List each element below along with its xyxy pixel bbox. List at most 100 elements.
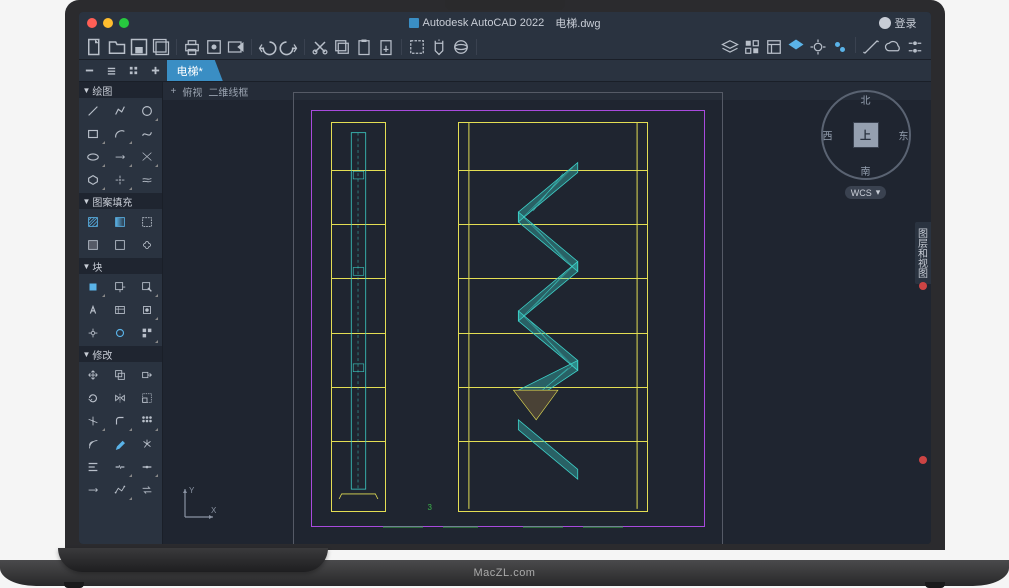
nav-marker-1[interactable]	[919, 282, 927, 290]
hatch-section-header[interactable]: ▼图案填充	[79, 193, 162, 209]
minimize-button[interactable]	[103, 18, 113, 28]
view-perspective[interactable]: 俯视	[182, 84, 202, 99]
pan-button[interactable]	[429, 37, 449, 57]
group-button[interactable]	[830, 37, 850, 57]
modify-section-header[interactable]: ▼修改	[79, 346, 162, 362]
align-tool[interactable]	[81, 456, 107, 478]
create-block-tool[interactable]	[107, 276, 133, 298]
sync-attributes-tool[interactable]	[107, 322, 133, 344]
rotate-tool[interactable]	[81, 387, 107, 409]
tab-list-button[interactable]	[101, 60, 123, 81]
paste-button[interactable]	[354, 37, 374, 57]
block-section-header[interactable]: ▼块	[79, 258, 162, 274]
explode-tool[interactable]	[134, 433, 160, 455]
saveas-button[interactable]	[151, 37, 171, 57]
block-editor-tool[interactable]	[134, 299, 160, 321]
rectangle-tool[interactable]	[81, 123, 107, 145]
line-tool[interactable]	[81, 100, 107, 122]
publish-button[interactable]	[226, 37, 246, 57]
draw-section-header[interactable]: ▼绘图	[79, 82, 162, 98]
draworder-button[interactable]	[786, 37, 806, 57]
hatch-tool[interactable]	[81, 211, 107, 233]
gradient-tool[interactable]	[107, 211, 133, 233]
break-tool[interactable]	[107, 456, 133, 478]
mirror-tool[interactable]	[107, 387, 133, 409]
settings-button[interactable]	[905, 37, 925, 57]
active-document-tab[interactable]: 电梯*	[167, 60, 223, 81]
user-icon	[879, 17, 891, 29]
document-tab-label: 电梯*	[177, 63, 203, 79]
viewcube-west[interactable]: 西	[823, 128, 833, 143]
close-button[interactable]	[87, 18, 97, 28]
fillet-tool[interactable]	[107, 410, 133, 432]
viewcube-north[interactable]: 北	[861, 92, 871, 107]
wipeout-tool[interactable]	[107, 234, 133, 256]
cloud-button[interactable]	[883, 37, 903, 57]
view-plus[interactable]: +	[171, 86, 177, 97]
join-tool[interactable]	[134, 456, 160, 478]
tab-add-button[interactable]	[145, 60, 167, 81]
move-tool[interactable]	[81, 364, 107, 386]
polyline-tool[interactable]	[107, 100, 133, 122]
arc-tool[interactable]	[107, 123, 133, 145]
right-side-panel-tab[interactable]: 图层和视图	[915, 222, 931, 284]
trim-tool[interactable]	[81, 410, 107, 432]
circle-tool[interactable]	[134, 100, 160, 122]
drawing-canvas[interactable]: + 俯视 二维线框	[163, 82, 931, 544]
save-button[interactable]	[129, 37, 149, 57]
boundary-tool[interactable]	[134, 211, 160, 233]
reverse-tool[interactable]	[134, 479, 160, 501]
manage-attributes-tool[interactable]	[107, 299, 133, 321]
plot-preview-button[interactable]	[204, 37, 224, 57]
offset-tool[interactable]	[81, 433, 107, 455]
stretch-tool[interactable]	[134, 364, 160, 386]
redo-button[interactable]	[279, 37, 299, 57]
count-tool[interactable]	[134, 322, 160, 344]
helix-tool[interactable]	[134, 169, 160, 191]
open-file-button[interactable]	[107, 37, 127, 57]
measure-button[interactable]	[861, 37, 881, 57]
copy-button[interactable]	[332, 37, 352, 57]
viewcube-east[interactable]: 东	[899, 128, 909, 143]
array-tool[interactable]	[134, 410, 160, 432]
wcs-badge[interactable]: WCS▾	[845, 186, 887, 199]
undo-button[interactable]	[257, 37, 277, 57]
define-attributes-tool[interactable]	[81, 299, 107, 321]
new-file-button[interactable]	[85, 37, 105, 57]
copy-tool[interactable]	[107, 364, 133, 386]
viewcube-south[interactable]: 南	[861, 163, 871, 178]
layer-states-button[interactable]	[742, 37, 762, 57]
paste-special-button[interactable]	[376, 37, 396, 57]
laptop-frame: Autodesk AutoCAD 2022 电梯.dwg 登录	[0, 0, 1009, 586]
erase-tool[interactable]	[107, 433, 133, 455]
region-tool[interactable]	[81, 234, 107, 256]
set-base-point-tool[interactable]	[81, 322, 107, 344]
cut-button[interactable]	[310, 37, 330, 57]
properties-button[interactable]	[764, 37, 784, 57]
viewcube-top-face[interactable]: 上	[853, 122, 879, 148]
layer-button[interactable]	[720, 37, 740, 57]
print-button[interactable]	[182, 37, 202, 57]
select-button[interactable]	[407, 37, 427, 57]
tab-grid-button[interactable]	[123, 60, 145, 81]
maximize-button[interactable]	[119, 18, 129, 28]
scale-tool[interactable]	[134, 387, 160, 409]
edit-polyline-tool[interactable]	[107, 479, 133, 501]
lengthen-tool[interactable]	[81, 479, 107, 501]
ellipse-tool[interactable]	[81, 146, 107, 168]
ray-tool[interactable]	[107, 146, 133, 168]
login-button[interactable]: 登录	[873, 14, 923, 32]
insert-block-tool[interactable]	[81, 276, 107, 298]
revcloud-tool[interactable]	[134, 234, 160, 256]
utilities-button[interactable]	[808, 37, 828, 57]
view-wireframe[interactable]: 二维线框	[208, 84, 248, 99]
viewcube[interactable]: 上 北 南 东 西 WCS▾	[821, 90, 911, 201]
point-tool[interactable]	[107, 169, 133, 191]
polygon-tool[interactable]	[81, 169, 107, 191]
edit-block-tool[interactable]	[134, 276, 160, 298]
tab-minus-button[interactable]	[79, 60, 101, 81]
orbit-button[interactable]	[451, 37, 471, 57]
nav-marker-2[interactable]	[919, 456, 927, 464]
spline-tool[interactable]	[134, 123, 160, 145]
xline-tool[interactable]	[134, 146, 160, 168]
